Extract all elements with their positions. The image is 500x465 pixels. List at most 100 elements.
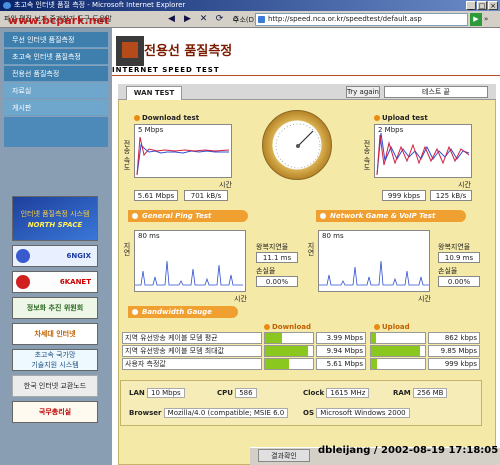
upload-bar: [370, 358, 426, 370]
game-voip-test-header: Network Game & VoIP Test: [316, 210, 466, 222]
stop-icon[interactable]: ✕: [197, 13, 210, 25]
download-value: 3.99 Mbps: [316, 332, 366, 344]
banner-6ngix-label: 6NGIX: [66, 252, 91, 260]
gauge-needle: [297, 130, 314, 147]
test-status-button[interactable]: 테스트 끝: [384, 86, 488, 98]
sidebar-item-broadband[interactable]: 초고속 인터넷 품질측정: [4, 49, 108, 65]
back-icon[interactable]: ◀: [165, 13, 178, 25]
download-bar-fill: [265, 346, 309, 356]
sidebar-menu: 무선 인터넷 품질측정 초고속 인터넷 품질측정 전용선 품질측정 자료실 게시…: [4, 32, 108, 147]
sidebar-spacer: [4, 117, 108, 147]
ping-graph-svg: [135, 260, 243, 286]
sidebar-banners: 인터넷 품질측정 시스템 NORTH SPACE 6NGIX 6KANET 정보…: [12, 196, 98, 427]
6ngix-logo-icon: [16, 249, 30, 263]
page-subtitle: INTERNET SPEED TEST: [112, 66, 220, 74]
ie-icon: [3, 2, 11, 9]
banner-6ngix[interactable]: 6NGIX: [12, 245, 98, 267]
banner-tech-support-line1: 초고속 국가망: [34, 351, 76, 359]
window-titlebar: 초고속 인터넷 품질 측정 - Microsoft Internet Explo…: [0, 0, 500, 11]
upload-bar-fill: [371, 333, 377, 343]
download-scale: 5 Mbps: [138, 126, 164, 134]
banner-tech-support-line2: 기술지원 시스템: [31, 361, 79, 369]
cpu-value: 586: [235, 388, 257, 398]
banner-6kanet[interactable]: 6KANET: [12, 271, 98, 293]
upload-value: 862 kbps: [428, 332, 480, 344]
tab-wan-test[interactable]: WAN TEST: [126, 86, 182, 100]
download-y-axis-label: 전송 속도: [123, 140, 131, 171]
upload-series-line: [376, 132, 470, 176]
game-scale: 80 ms: [322, 232, 344, 240]
browser-info: Browser Mozilla/4.0 (compatible; MSIE 6.…: [129, 408, 289, 418]
download-bar-fill: [265, 359, 289, 369]
banner-north-space[interactable]: 인터넷 품질측정 시스템 NORTH SPACE: [12, 196, 98, 241]
game-loss-label: 손실율: [438, 267, 458, 275]
download-value: 5.61 Mbps: [316, 358, 366, 370]
game-graph-svg: [319, 260, 429, 286]
result-check-button[interactable]: 결과확인: [258, 449, 310, 462]
upload-value: 9.85 Mbps: [428, 345, 480, 357]
upload-value: 999 kbps: [428, 358, 480, 370]
banner-pm-office[interactable]: 국무총리실: [12, 401, 98, 423]
os-info: OS Microsoft Windows 2000: [303, 408, 410, 418]
minimize-button[interactable]: _: [466, 1, 476, 10]
os-value: Microsoft Windows 2000: [316, 408, 410, 418]
bandwidth-gauge-header: Bandwidth Gauge: [128, 306, 238, 318]
download-value: 9.94 Mbps: [316, 345, 366, 357]
upload-x-axis-label: 시간: [458, 181, 471, 189]
ping-y-axis-label: 지연: [123, 242, 131, 256]
upload-bar: [370, 345, 426, 357]
upload-scale: 2 Mbps: [378, 126, 404, 134]
game-rtt-value: 10.9 ms: [438, 252, 480, 263]
try-again-button[interactable]: Try again: [346, 86, 380, 98]
address-label: 주소(D): [233, 16, 257, 24]
cpu-key: CPU: [217, 389, 233, 397]
lan-value: 10 Mbps: [146, 388, 185, 398]
bandwidth-upload-header: Upload: [374, 323, 410, 331]
refresh-icon[interactable]: ⟳: [213, 13, 226, 25]
bandwidth-upload-header-text: Upload: [382, 323, 410, 331]
ping-scale: 80 ms: [138, 232, 160, 240]
download-speed-value: 5.61 Mbps: [134, 190, 178, 201]
upload-test-title: Upload test: [374, 114, 428, 122]
links-button[interactable]: »: [484, 15, 488, 23]
bullet-icon: [374, 115, 380, 121]
forward-icon[interactable]: ▶: [181, 13, 194, 25]
banner-next-gen-internet[interactable]: 차세대 인터넷: [12, 323, 98, 345]
main-content: 전용선 품질측정 INTERNET SPEED TEST WAN TEST Tr…: [112, 28, 500, 465]
game-series-line: [319, 260, 429, 286]
page-title: 전용선 품질측정: [144, 44, 233, 59]
table-row: 지역 유선방송 케이블 모뎀 최대값 9.94 Mbps 9.85 Mbps: [122, 345, 480, 357]
test-tab-bar: WAN TEST Try again 테스트 끝: [118, 84, 496, 100]
cpu-info: CPU 586: [217, 388, 257, 398]
bullet-icon: [374, 324, 380, 330]
bullet-icon: [134, 115, 140, 121]
sidebar-item-leased-line[interactable]: 전용선 품질측정: [4, 66, 108, 82]
close-button[interactable]: ×: [488, 1, 498, 10]
banner-info-committee[interactable]: 정보화 추진 위원회: [12, 297, 98, 319]
row-label: 사용자 측정값: [122, 358, 262, 370]
address-input[interactable]: http://speed.nca.or.kr/speedtest/default…: [255, 13, 468, 26]
sidebar-item-archive[interactable]: 자료실: [4, 83, 108, 99]
sidebar-item-board[interactable]: 게시판: [4, 100, 108, 116]
upload-bytes-value: 125 kB/s: [430, 190, 472, 201]
download-bar: [264, 332, 314, 344]
clock-value: 1615 MHz: [326, 388, 370, 398]
clock-info: Clock 1615 MHz: [303, 388, 370, 398]
ram-key: RAM: [393, 389, 411, 397]
bandwidth-download-header: Download: [264, 323, 311, 331]
upload-speed-value: 999 kbps: [382, 190, 426, 201]
ping-series-line: [135, 260, 243, 286]
sidebar-item-wireless[interactable]: 무선 인터넷 품질측정: [4, 32, 108, 48]
speed-gauge: [262, 110, 332, 180]
maximize-button[interactable]: □: [477, 1, 487, 10]
bullet-icon: [264, 324, 270, 330]
row-label: 지역 유선방송 케이블 모뎀 평균: [122, 332, 262, 344]
go-button[interactable]: ▶: [470, 13, 482, 26]
download-bar: [264, 345, 314, 357]
bandwidth-download-header-text: Download: [272, 323, 312, 331]
banner-kinx[interactable]: 한국 인터넷 교환노드: [12, 375, 98, 397]
download-bar: [264, 358, 314, 370]
upload-bar: [370, 332, 426, 344]
banner-tech-support[interactable]: 초고속 국가망 기술지원 시스템: [12, 349, 98, 371]
game-y-axis-label: 지연: [307, 242, 315, 256]
